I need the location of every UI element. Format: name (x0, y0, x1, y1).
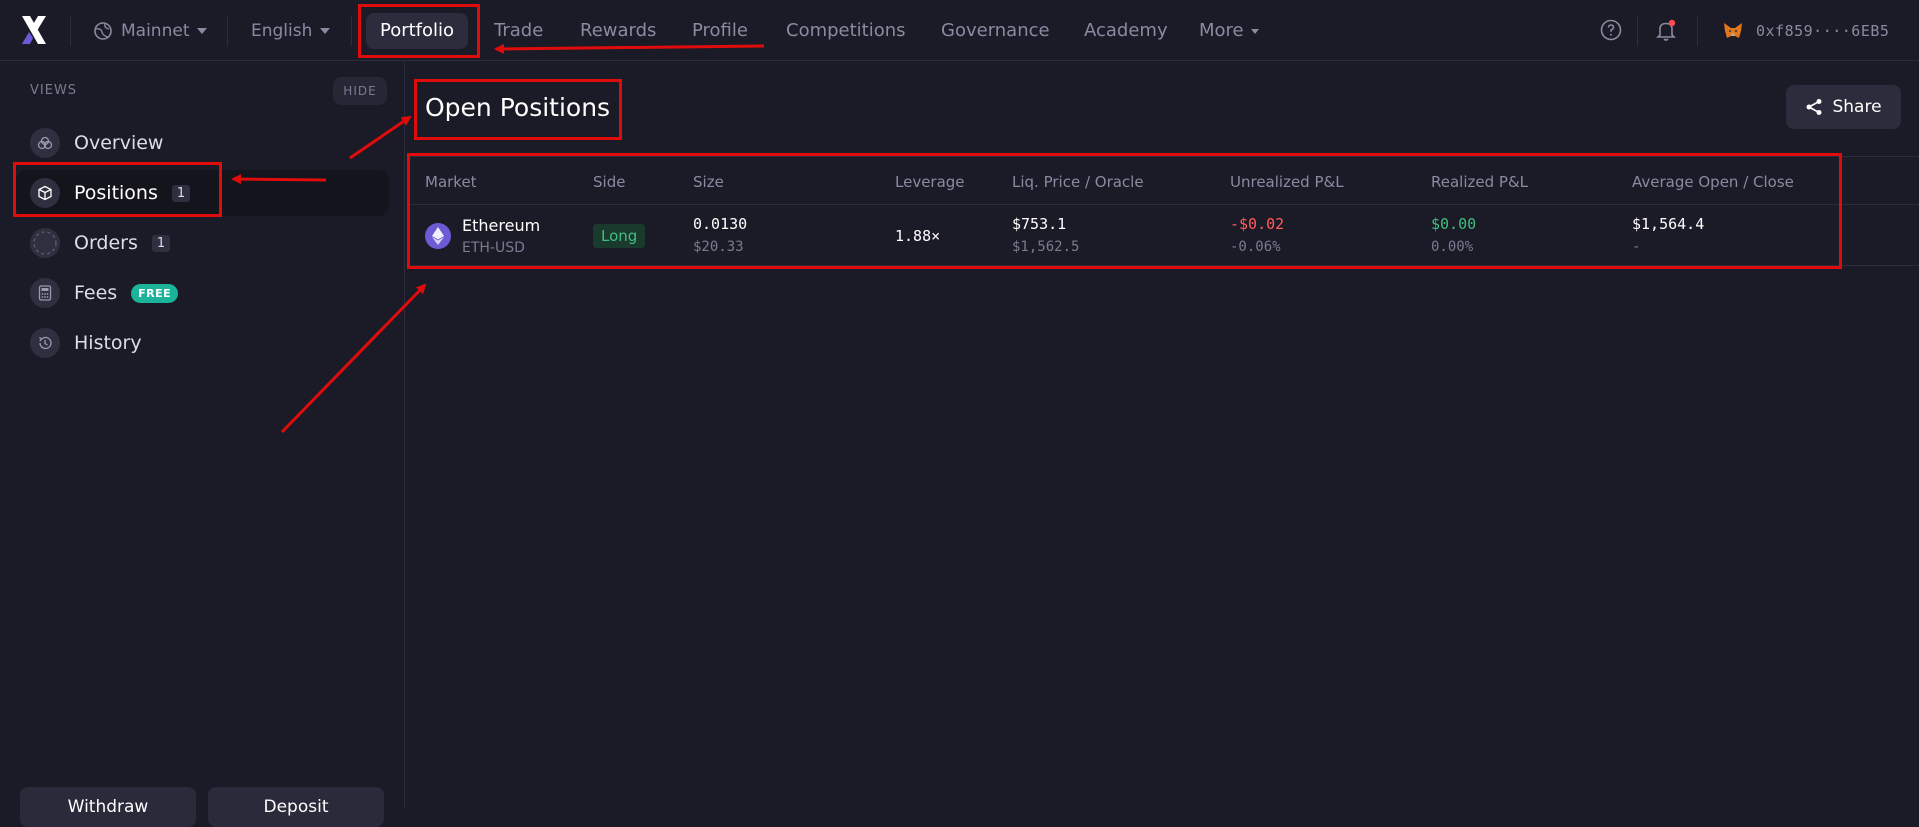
metamask-fox-icon (1724, 23, 1742, 38)
sidebar-item-orders[interactable]: Orders 1 (16, 220, 389, 266)
unrealized-pnl-percent: -0.06% (1230, 239, 1281, 255)
sidebar: VIEWS HIDE Overview Positions 1 Orders 1… (0, 61, 405, 827)
page-title: Open Positions (425, 93, 611, 122)
overview-icon (30, 128, 60, 158)
chevron-down-icon (320, 28, 331, 34)
nav-portfolio[interactable]: Portfolio (366, 13, 469, 49)
column-header[interactable]: Leverage (895, 173, 965, 191)
main-content: Open Positions Share Market Side Size Le… (406, 61, 1919, 807)
nav-competitions[interactable]: Competitions (786, 13, 906, 49)
top-navigation-bar: Mainnet English Portfolio Trade Rewards … (0, 0, 1919, 61)
chevron-down-icon (197, 28, 208, 34)
nav-trade[interactable]: Trade (494, 13, 543, 49)
sidebar-item-fees[interactable]: Fees FREE (16, 270, 389, 316)
hide-sidebar-button[interactable]: HIDE (333, 77, 387, 105)
column-header[interactable]: Average Open / Close (1632, 173, 1794, 191)
language-label: English (251, 21, 313, 41)
realized-pnl-value: $0.00 (1431, 215, 1477, 233)
column-header[interactable]: Market (425, 173, 477, 191)
side-badge: Long (593, 224, 646, 248)
column-header[interactable]: Liq. Price / Oracle (1012, 173, 1144, 191)
dydx-logo-icon[interactable] (20, 14, 48, 46)
wallet-address: 0xf859····6EB5 (1756, 22, 1890, 40)
network-label: Mainnet (121, 21, 190, 41)
cube-icon (30, 178, 60, 208)
column-header[interactable]: Unrealized P&L (1230, 173, 1344, 191)
nav-more-label: More (1199, 20, 1244, 41)
calculator-icon (30, 278, 60, 308)
share-label: Share (1832, 97, 1882, 117)
market-name: Ethereum (462, 216, 541, 235)
free-badge: FREE (131, 283, 179, 303)
nav-governance[interactable]: Governance (941, 13, 1050, 49)
positions-table-header: Market Side Size Leverage Liq. Price / O… (406, 156, 1919, 205)
globe-icon (94, 22, 112, 40)
network-selector[interactable]: Mainnet (93, 18, 208, 44)
sidebar-item-label: Positions (74, 182, 158, 204)
count-badge: 1 (171, 184, 191, 202)
orders-icon (30, 228, 60, 258)
size-value: 0.0130 (693, 215, 748, 233)
average-close-value: - (1632, 239, 1641, 255)
realized-pnl-percent: 0.00% (1431, 239, 1474, 255)
sidebar-item-positions[interactable]: Positions 1 (16, 170, 389, 216)
share-button[interactable]: Share (1786, 85, 1901, 129)
market-pair: ETH-USD (462, 240, 525, 256)
nav-academy[interactable]: Academy (1084, 13, 1168, 49)
sidebar-item-label: Orders (74, 232, 138, 254)
nav-divider (351, 16, 352, 46)
count-badge: 1 (151, 234, 171, 252)
history-icon (30, 328, 60, 358)
sidebar-item-overview[interactable]: Overview (16, 120, 389, 166)
language-selector[interactable]: English (251, 18, 331, 44)
withdraw-button[interactable]: Withdraw (20, 787, 196, 827)
sidebar-item-label: Fees (74, 282, 118, 304)
nav-divider (70, 16, 71, 46)
nav-divider (1697, 16, 1698, 46)
sidebar-item-label: History (74, 332, 142, 354)
column-header[interactable]: Realized P&L (1431, 173, 1528, 191)
oracle-price-value: $1,562.5 (1012, 239, 1080, 255)
nav-divider (1637, 16, 1638, 46)
help-icon[interactable] (1599, 18, 1623, 42)
column-header[interactable]: Side (593, 173, 625, 191)
nav-profile[interactable]: Profile (692, 13, 748, 49)
sidebar-item-label: Overview (74, 132, 164, 154)
average-open-value: $1,564.4 (1632, 215, 1705, 233)
column-header[interactable]: Size (693, 173, 724, 191)
nav-rewards[interactable]: Rewards (580, 13, 656, 49)
wallet-button[interactable]: 0xf859····6EB5 (1722, 18, 1889, 44)
chevron-down-icon (1250, 28, 1259, 34)
notification-bell-icon[interactable] (1654, 18, 1678, 42)
nav-more[interactable]: More (1199, 13, 1259, 49)
unrealized-pnl-value: -$0.02 (1230, 215, 1285, 233)
deposit-button[interactable]: Deposit (208, 787, 384, 827)
leverage-value: 1.88× (895, 227, 941, 245)
ethereum-icon (425, 223, 451, 249)
nav-divider (227, 16, 228, 46)
sidebar-item-history[interactable]: History (16, 320, 389, 366)
liq-price-value: $753.1 (1012, 215, 1067, 233)
views-section-label: VIEWS (30, 83, 78, 98)
share-icon (1806, 99, 1822, 115)
table-row[interactable]: Ethereum ETH-USD Long 0.0130 $20.33 1.88… (406, 206, 1919, 266)
size-usd-value: $20.33 (693, 239, 744, 255)
